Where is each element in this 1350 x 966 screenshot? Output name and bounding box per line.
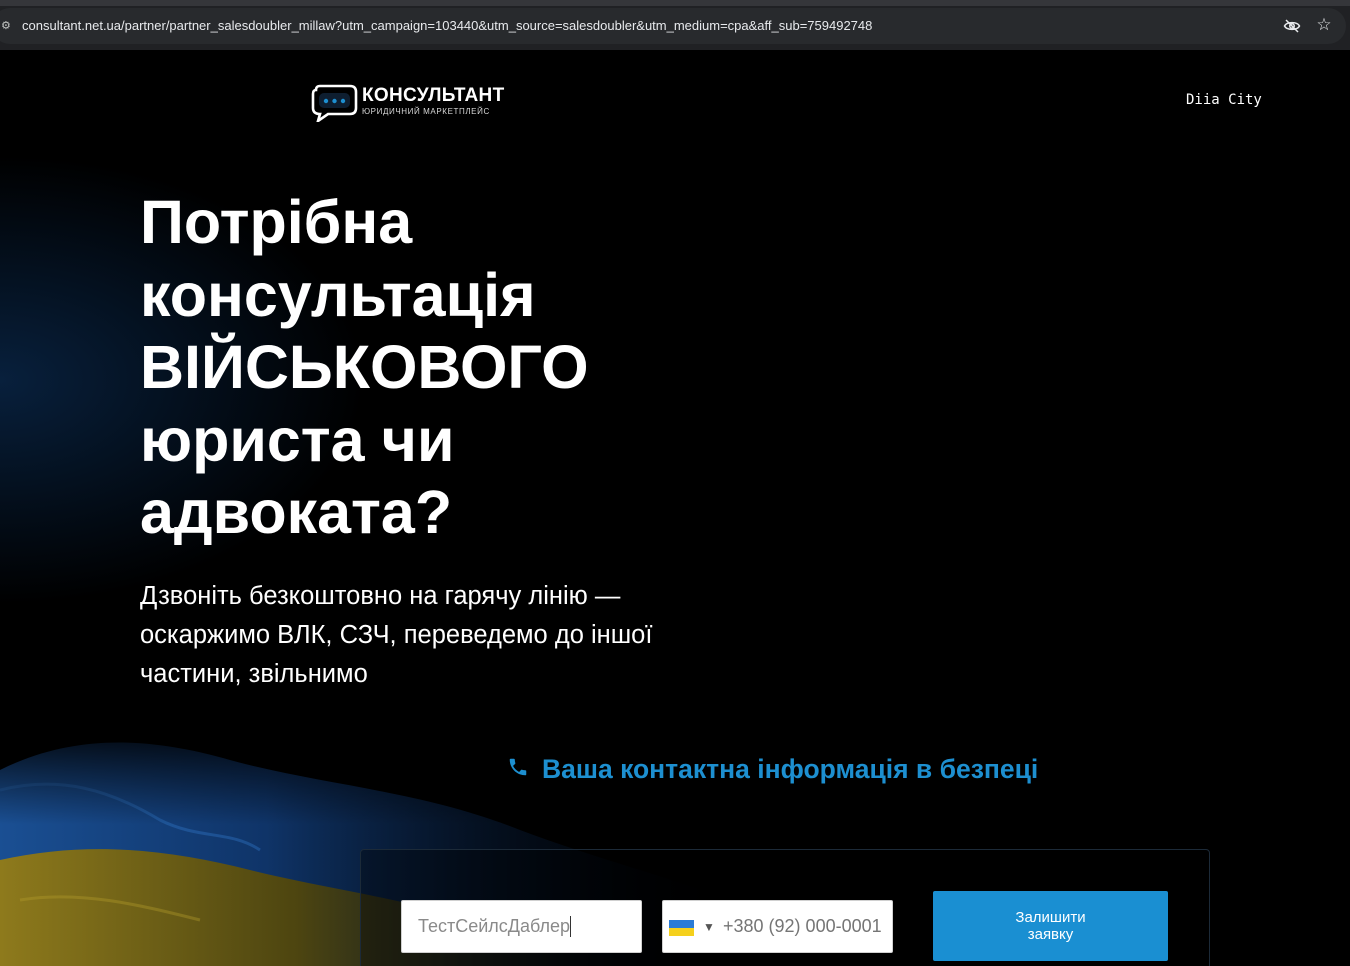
tab-strip [0,0,1350,6]
eye-off-icon[interactable] [1283,17,1301,35]
logo-name: КОНСУЛЬТАНТ [362,85,505,106]
phone-input[interactable] [721,901,891,952]
country-dropdown-arrow-icon[interactable]: ▼ [703,917,715,937]
hero-subtitle-line: Дзвоніть безкоштовно на гарячу лінію — [140,582,621,610]
phone-field[interactable]: ▼ [662,900,893,953]
hero-subtitle-line: частини, звільнимо [140,660,368,688]
hero-title-line: консультація [140,260,536,329]
bookmark-star-icon[interactable]: ☆ [1315,16,1333,34]
logo-subtitle: ЮРИДИЧНИЙ МАРКЕТПЛЕЙС [362,107,490,116]
submit-label-line: Залишити [1015,909,1086,926]
name-input[interactable] [401,900,642,953]
submit-label-line: заявку [1027,926,1074,943]
ukraine-flag-icon[interactable] [669,920,694,936]
browser-address-bar: ⚙ consultant.net.ua/partner/partner_sale… [0,0,1350,50]
hero-title: Потрібна консультація ВІЙСЬКОВОГО юриста… [140,186,660,549]
hero-title-line: юриста чи [140,405,455,474]
partner-logo[interactable]: Diia City [1186,92,1262,108]
text-caret [570,916,571,937]
safety-text: Ваша контактна інформація в безпеці [542,754,1039,784]
site-logo[interactable]: КОНСУЛЬТАНТ ЮРИДИЧНИЙ МАРКЕТПЛЕЙС [310,82,525,126]
hero-subtitle: Дзвоніть безкоштовно на гарячу лінію — о… [140,577,740,694]
hero-subtitle-line: оскаржимо ВЛК, СЗЧ, переведемо до іншої [140,621,653,649]
url-text[interactable]: consultant.net.ua/partner/partner_salesd… [22,18,872,34]
landing-page: КОНСУЛЬТАНТ ЮРИДИЧНИЙ МАРКЕТПЛЕЙС Diia C… [0,50,1350,966]
phone-icon [509,758,527,776]
submit-request-button[interactable]: Залишити заявку [933,891,1168,961]
hero-title-line: ВІЙСЬКОВОГО [140,333,589,401]
chat-bubble-icon [311,84,358,122]
hero-title-line: Потрібна [140,188,413,256]
hero-title-line: адвоката? [140,478,453,546]
site-info-icon[interactable]: ⚙ [1,19,11,33]
